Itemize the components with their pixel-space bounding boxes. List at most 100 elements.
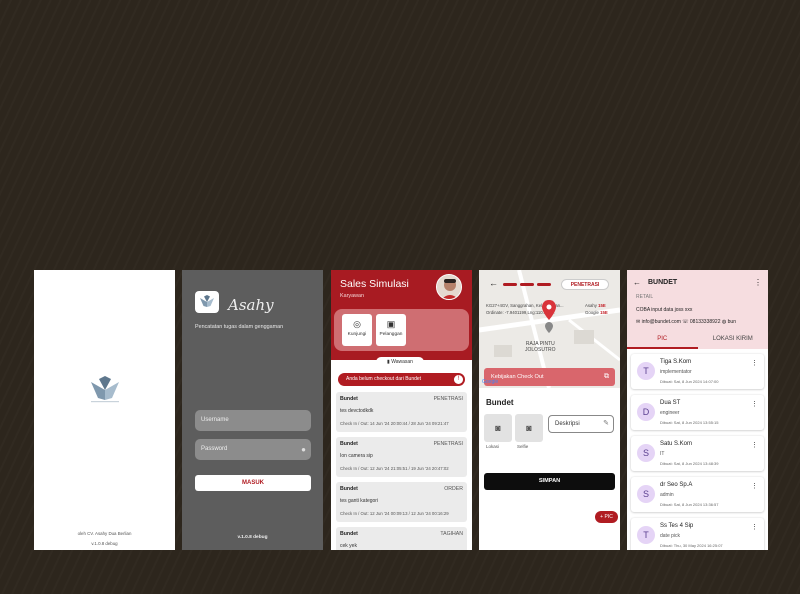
step-progress [503,283,517,286]
menu-item-kunjungi[interactable]: ◎ Kunjungi [342,314,372,346]
visit-store: Bundet [340,486,358,492]
step-progress [537,283,551,286]
username-field[interactable]: Username [195,410,311,431]
visit-card[interactable]: Bundet TAGIHAN cek yek [336,527,467,550]
visit-card[interactable]: Bundet PENETRASI tes devctodkdk Check In … [336,392,467,432]
pic-name: Dua ST [660,400,681,406]
dashboard-screen: Sales Simulasi Karyawan ◎ Kunjungi ▣ Pel… [331,270,472,550]
eye-icon[interactable]: ● [301,445,306,454]
pic-name: Tiga S.Kom [660,359,692,365]
menu-item-label: Pelanggan [379,332,403,337]
save-button[interactable]: SIMPAN [484,473,615,490]
visit-type: ORDER [444,486,463,492]
pic-card[interactable]: S Satu S.Kom IT Dibuat: Sat, 8 Jun 2024 … [631,436,764,471]
accuracy-value: 15E [598,303,606,308]
password-field[interactable]: Password ● [195,439,311,460]
pic-card[interactable]: D Dua ST engineer Dibuat: Sat, 8 Jun 202… [631,395,764,430]
visit-times: Check In / Out: 12 Jun '24 21:05:51 / 19… [340,466,449,471]
store-title: BUNDET [648,279,678,286]
accuracy-value: 15E [600,310,608,315]
external-link-icon: ⧉ [604,373,609,380]
store-category: RETAIL [636,294,654,300]
add-pic-button[interactable]: + PIC [595,511,618,523]
avatar: T [637,362,655,380]
alert-text: Anda belum checkout dari Bundet [346,376,422,382]
map-place-label: RAJA PINTU JOLOSUTRO [525,341,556,353]
menu-item-label: Kunjungi [347,332,367,337]
login-screen: Asahy Pencatatan tugas dalam genggaman U… [182,270,323,550]
email-icon: ✉ [636,319,641,325]
pic-role: date pick [660,533,681,539]
camera-icon: ◙ [495,423,501,433]
checkout-policy-link[interactable]: Kebijakan Check Out ⧉ [484,368,615,386]
visit-note: cek yek [340,543,357,549]
tab-lokasi-kirim[interactable]: LOKASI KIRIM [698,331,769,349]
tab-pic[interactable]: PIC [627,331,698,349]
back-arrow-icon[interactable]: ← [633,278,641,287]
visit-note: tes ganti kategori [340,498,379,504]
more-vert-icon[interactable]: ⋮ [751,523,758,531]
info-icon: ! [454,375,463,384]
store-address: COBA input data joss xxx [636,307,693,313]
visit-card[interactable]: Bundet PENETRASI Ion camera sip Check In … [336,437,467,477]
checkout-alert[interactable]: Anda belum checkout dari Bundet ! [338,373,465,386]
description-field[interactable]: Deskripsi ✎ [548,415,614,433]
tagline: Pencatatan tugas dalam genggaman [195,324,284,330]
pic-role: admin [660,492,674,498]
pic-role: implementator [660,369,692,375]
location-photo-button[interactable]: ◙ [484,414,512,442]
pic-name: dr Seo Sp.A [660,482,693,488]
google-attribution: Google [482,379,499,385]
pic-card[interactable]: S dr Seo Sp.A admin Dibuat: Sat, 8 Jun 2… [631,477,764,512]
store-tabs: PIC LOKASI KIRIM [627,331,768,349]
asahy-logo-icon [91,376,119,403]
asahy-logo-icon [200,295,214,307]
dashboard-header: Sales Simulasi Karyawan ◎ Kunjungi ▣ Pel… [331,270,472,360]
user-role: Karyawan [340,293,364,299]
camera-icon: ◙ [526,423,532,433]
login-button[interactable]: MASUK [195,475,311,491]
pic-list: T Tiga S.Kom implementator Dibuat: Sat, … [627,354,768,550]
visit-note: Ion camera sip [340,453,373,459]
menu-item-pelanggan[interactable]: ▣ Pelanggan [376,314,406,346]
username-placeholder: Username [201,417,229,423]
photo-label: Lokasi [486,444,500,449]
attach-pin-icon[interactable]: ✎ [603,419,609,427]
more-vert-icon[interactable]: ⋮ [751,441,758,449]
visit-note: tes devctodkdk [340,408,374,414]
splash-screen: oleh CV. Asahy Dua Berlian v.1.0.8 debug [34,270,175,550]
tab-wawasan[interactable]: ▮ Wawasan [376,357,424,368]
store-email[interactable]: info@bundet.com [642,319,681,325]
globe-icon: ◍ [721,319,727,325]
pic-date: Dibuat: Thu, 30 May 2024 16:25:07 [660,543,723,548]
more-vert-icon[interactable]: ⋮ [751,482,758,490]
accuracy-label: Google [585,310,599,315]
pic-date: Dibuat: Sat, 8 Jun 2024 13:36:57 [660,502,719,507]
store-phone[interactable]: 08133338922 [690,319,721,325]
map-view[interactable]: ← PENETRASI KG27+4GV, Sanggrahan, Kel Ke… [479,270,620,388]
bar-chart-icon: ▮ [387,359,390,365]
selfie-photo-button[interactable]: ◙ [515,414,543,442]
policy-label: Kebijakan Check Out [491,374,544,380]
login-version: v.1.0.8 debug [237,535,268,540]
avatar[interactable] [436,274,462,300]
more-vert-icon[interactable]: ⋮ [751,359,758,367]
visit-card[interactable]: Bundet ORDER tes ganti kategori Check In … [336,482,467,522]
password-placeholder: Password [201,446,228,452]
more-vert-icon[interactable]: ⋮ [751,400,758,408]
pic-card[interactable]: T Tiga S.Kom implementator Dibuat: Sat, … [631,354,764,389]
user-photo-icon [437,275,461,299]
splash-credit: oleh CV. Asahy Dua Berlian [77,531,132,536]
back-arrow-icon[interactable]: ← [489,278,498,288]
store-detail-screen: ← BUNDET ⋮ RETAIL COBA input data joss x… [627,270,768,550]
pic-date: Dibuat: Sat, 8 Jun 2024 13:48:39 [660,461,719,466]
visit-times: Check In / Out: 14 Jun '24 20:00:44 / 28… [340,421,449,426]
photo-label: Selfie [517,444,529,449]
accuracy-label: Asahy [585,303,597,308]
pic-name: Ss Tes 4 Sip [660,523,694,529]
pic-card[interactable]: T Ss Tes 4 Sip date pick Dibuat: Thu, 30… [631,518,764,550]
store-website[interactable]: bun [728,319,736,325]
tab-label: Wawasan [391,359,413,365]
brand-name: Asahy [228,296,274,314]
more-vert-icon[interactable]: ⋮ [754,278,762,287]
